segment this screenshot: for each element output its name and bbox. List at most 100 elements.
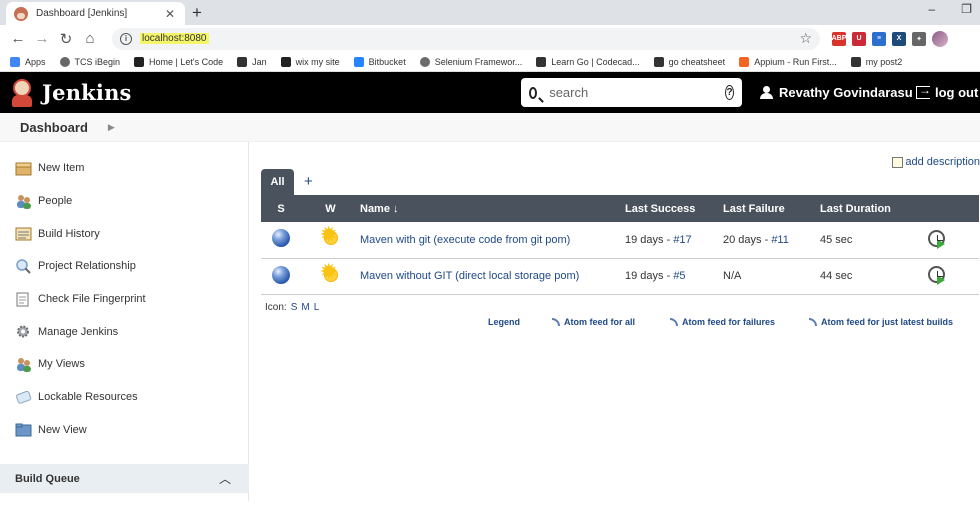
browser-tab[interactable]: Dashboard [Jenkins] ✕ [6, 2, 185, 25]
bookmark-item[interactable]: go cheatsheet [653, 56, 725, 67]
breadcrumb-arrow-icon[interactable]: ▶ [108, 122, 115, 133]
jobs-table: S W Name ↓ Last Success Last Failure Las… [261, 195, 979, 295]
sunny-icon [320, 261, 342, 286]
bookmark-item[interactable]: Bitbucket [353, 56, 406, 67]
tab-all[interactable]: All [261, 169, 294, 195]
icon-size-small[interactable]: S [291, 302, 298, 313]
sidebar-item-manage-jenkins[interactable]: Manage Jenkins [0, 315, 248, 348]
column-header-weather[interactable]: W [301, 195, 360, 222]
back-icon[interactable]: ← [6, 30, 30, 47]
apps-grid-icon [10, 56, 20, 67]
address-bar[interactable]: i localhost:8080 ☆ [112, 27, 820, 50]
jenkins-logo-icon[interactable] [10, 78, 34, 107]
help-icon[interactable]: ? [725, 85, 734, 100]
bookmark-favicon-icon [280, 56, 291, 67]
column-header-last-success[interactable]: Last Success [625, 195, 723, 222]
last-success-run-link[interactable]: #17 [673, 234, 691, 246]
adblock-extension-icon[interactable]: ABP [832, 31, 846, 46]
sidebar-item-project-relationship[interactable]: Project Relationship [0, 250, 248, 283]
breadcrumb-dashboard[interactable]: Dashboard [20, 120, 88, 135]
view-tabs: All + [261, 169, 313, 195]
reload-icon[interactable]: ↻ [54, 30, 78, 48]
add-description-link[interactable]: add description [892, 156, 980, 168]
icon-size-medium[interactable]: M [301, 302, 309, 313]
site-info-icon[interactable]: i [120, 32, 132, 45]
column-header-name[interactable]: Name ↓ [360, 195, 625, 222]
atom-feed-all-link[interactable]: Atom feed for all [552, 317, 635, 327]
tab-title: Dashboard [Jenkins] [36, 8, 128, 19]
forward-icon[interactable]: → [30, 30, 54, 47]
feed-icon [552, 318, 560, 326]
table-row: Maven with git (execute code from git po… [261, 222, 979, 259]
extension-icon[interactable]: ≡ [872, 31, 886, 46]
sidebar-item-people[interactable]: People [0, 185, 248, 218]
bookmark-apps[interactable]: Apps [10, 56, 46, 67]
home-icon[interactable]: ⌂ [78, 30, 102, 47]
magnifier-icon [15, 259, 32, 274]
sidebar-item-new-view[interactable]: New View [0, 414, 248, 447]
icon-size-label: Icon: [265, 302, 287, 313]
extension-icon[interactable]: X [892, 31, 906, 46]
search-input[interactable] [549, 85, 726, 100]
atom-feed-latest-link[interactable]: Atom feed for just latest builds [809, 317, 953, 327]
feed-icon [670, 318, 678, 326]
last-success-run-link[interactable]: #5 [673, 270, 685, 282]
legend-link[interactable]: Legend [488, 317, 520, 327]
last-failure-time: N/A [723, 270, 742, 282]
job-link[interactable]: Maven without GIT (direct local storage … [360, 270, 579, 282]
user-icon [760, 86, 773, 99]
user-link[interactable]: Revathy Govindarasu [760, 72, 913, 113]
puzzle-extensions-icon[interactable]: ✦ [912, 31, 926, 46]
bookmark-item[interactable]: Appium - Run First... [739, 56, 837, 67]
profile-avatar[interactable] [932, 30, 948, 47]
column-header-last-failure[interactable]: Last Failure [723, 195, 820, 222]
sidebar-item-my-views[interactable]: My Views [0, 348, 248, 381]
extension-icon[interactable]: U [852, 31, 866, 46]
restore-icon[interactable]: ❐ [961, 2, 972, 16]
minimize-icon[interactable]: – [929, 2, 936, 16]
last-failure-run-link[interactable]: #11 [771, 234, 789, 246]
logout-link[interactable]: log out [916, 72, 978, 113]
logout-icon [916, 83, 931, 99]
bookmark-item[interactable]: TCS iBegin [59, 56, 120, 67]
bitbucket-icon [353, 56, 364, 67]
sidebar-item-lockable-resources[interactable]: Lockable Resources [0, 381, 248, 414]
build-queue-panel[interactable]: Build Queue ︿ [0, 464, 249, 493]
table-header-row: S W Name ↓ Last Success Last Failure Las… [261, 195, 979, 222]
bookmark-item[interactable]: Home | Let's Code [134, 56, 223, 67]
bookmark-item[interactable]: Selenium Framewor... [419, 56, 522, 67]
close-tab-icon[interactable]: ✕ [163, 7, 177, 21]
sidebar-item-check-file-fingerprint[interactable]: Check File Fingerprint [0, 283, 248, 316]
chevron-up-icon[interactable]: ︿ [219, 470, 231, 487]
sidebar-item-build-history[interactable]: Build History [0, 217, 248, 250]
jenkins-header: Jenkins ? Revathy Govindarasu log out [0, 72, 980, 113]
window-controls: – ❐ [929, 2, 972, 16]
column-header-actions [920, 195, 979, 222]
icon-size-large[interactable]: L [314, 302, 320, 313]
bookmark-star-icon[interactable]: ☆ [799, 30, 812, 47]
extensions-bar: ABP U ≡ X ✦ [832, 30, 948, 47]
bookmark-item[interactable]: Learn Go | Codecad... [536, 56, 640, 67]
bookmark-favicon-icon [59, 56, 70, 67]
column-header-last-duration[interactable]: Last Duration [820, 195, 920, 222]
logout-label: log out [935, 85, 979, 100]
user-name: Revathy Govindarasu [779, 85, 913, 100]
bookmarks-bar: Apps TCS iBegin Home | Let's Code Jan wi… [0, 52, 980, 72]
job-link[interactable]: Maven with git (execute code from git po… [360, 234, 570, 246]
new-tab-button[interactable]: + [192, 3, 202, 23]
bookmark-favicon-icon [739, 56, 750, 67]
column-header-status[interactable]: S [261, 195, 301, 222]
bookmark-favicon-icon [419, 56, 430, 67]
bookmark-favicon-icon [237, 56, 248, 67]
add-view-tab-button[interactable]: + [304, 173, 313, 190]
schedule-build-icon[interactable] [928, 266, 945, 285]
sidebar-item-new-item[interactable]: New Item [0, 152, 248, 185]
sunny-icon [320, 224, 342, 249]
bookmark-item[interactable]: Jan [237, 56, 267, 67]
jenkins-brand[interactable]: Jenkins [42, 80, 132, 105]
main-content: add description All + S W Name ↓ Last Su… [249, 142, 980, 501]
bookmark-item[interactable]: my post2 [850, 56, 902, 67]
schedule-build-icon[interactable] [928, 229, 945, 249]
bookmark-item[interactable]: wix my site [280, 56, 340, 67]
atom-feed-failures-link[interactable]: Atom feed for failures [670, 317, 775, 327]
